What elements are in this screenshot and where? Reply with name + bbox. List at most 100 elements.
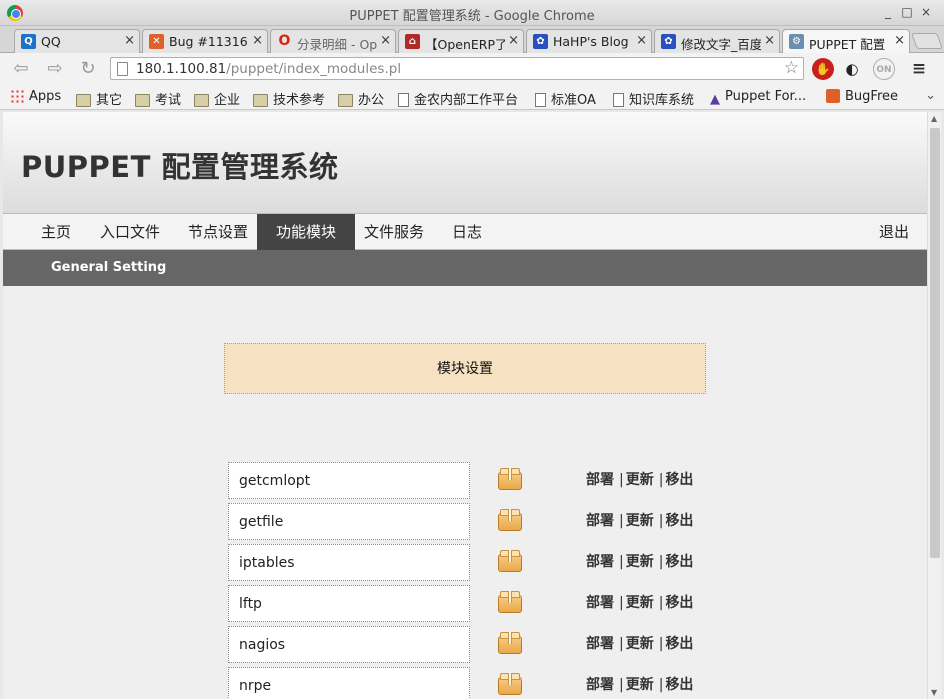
tab-close-icon[interactable]: × [508,33,519,48]
page-icon [398,93,409,107]
tab-strip: Q QQ × ✕ Bug #11316 × O 分录明细 - Op × ⌂ 【O… [0,26,944,54]
tab-openerp[interactable]: ⌂ 【OpenERP了 × [398,29,524,53]
bookmark-link[interactable]: 标准OA [535,89,596,108]
bookmark-folder[interactable]: 其它 [76,89,122,108]
folder-icon [253,94,268,107]
deploy-link[interactable]: 部署 [586,636,614,652]
maximize-button[interactable]: □ [899,4,915,20]
remove-link[interactable]: 移出 [665,554,693,570]
remove-link[interactable]: 移出 [665,636,693,652]
back-arrow-icon[interactable]: ⇦ [10,59,32,79]
tab-bug[interactable]: ✕ Bug #11316 × [142,29,268,53]
window-titlebar: PUPPET 配置管理系统 - Google Chrome _ □ × [0,0,944,26]
separator: | [658,554,664,570]
module-actions: 部署 | 更新 | 移出 [586,626,693,663]
deploy-link[interactable]: 部署 [586,595,614,611]
bookmark-link[interactable]: ▲ Puppet For... [710,89,806,107]
package-box-icon[interactable] [498,591,522,613]
scrollbar-thumb[interactable] [930,128,940,558]
tab-close-icon[interactable]: × [252,33,263,48]
package-box-icon[interactable] [498,673,522,695]
reload-icon[interactable]: ↻ [77,59,99,79]
update-link[interactable]: 更新 [626,513,654,529]
tab-baidu[interactable]: ✿ 修改文字_百度 × [654,29,780,53]
nav-item-file-service[interactable]: 文件服务 [345,214,443,250]
update-link[interactable]: 更新 [626,472,654,488]
subnav-item-general-setting[interactable]: General Setting [51,250,166,286]
deploy-link[interactable]: 部署 [586,554,614,570]
tab-puppet[interactable]: ⚙ PUPPET 配置 × [782,29,910,54]
module-actions: 部署 | 更新 | 移出 [586,667,693,699]
bookmark-folder[interactable]: 技术参考 [253,89,325,108]
bookmark-link[interactable]: BugFree [826,89,898,107]
opera-icon: O [278,33,291,49]
page-icon [117,62,128,76]
folder-icon [76,94,91,107]
package-box-icon[interactable] [498,509,522,531]
sub-nav: General Setting [3,250,927,286]
separator: | [619,472,624,488]
tab-close-icon[interactable]: × [124,33,135,48]
deploy-link[interactable]: 部署 [586,472,614,488]
module-name: getfile [228,503,470,540]
adblock-icon[interactable]: ✋ [812,58,834,80]
bookmark-folder[interactable]: 考试 [135,89,181,108]
tab-close-icon[interactable]: × [636,33,647,48]
forward-arrow-icon[interactable]: ⇨ [44,59,66,79]
scroll-up-icon[interactable]: ▲ [931,114,937,123]
update-link[interactable]: 更新 [626,595,654,611]
package-box-icon[interactable] [498,550,522,572]
new-tab-button[interactable] [911,33,943,49]
nav-item-modules[interactable]: 功能模块 [257,214,356,250]
incognito-mask-icon[interactable]: ◐ [841,58,863,80]
menu-icon[interactable]: ≡ [908,58,930,80]
tab-label: 【OpenERP了 [425,37,505,52]
bookmark-folder[interactable]: 企业 [194,89,240,108]
paw-icon: ✿ [533,34,548,49]
tab-close-icon[interactable]: × [764,33,775,48]
nav-item-logs[interactable]: 日志 [433,214,501,250]
tab-qq[interactable]: Q QQ × [14,29,140,53]
update-link[interactable]: 更新 [626,636,654,652]
module-row: nagios 部署 | 更新 | 移出 [228,626,788,663]
bookmark-link[interactable]: 金农内部工作平台 [398,89,518,108]
minimize-button[interactable]: _ [880,4,896,20]
deploy-link[interactable]: 部署 [586,513,614,529]
extension-icon[interactable]: ON [873,58,895,80]
close-window-button[interactable]: × [918,4,934,20]
bugfree-icon [826,89,840,103]
nav-item-entry-files[interactable]: 入口文件 [81,214,179,250]
tab-label: PUPPET 配置 [809,37,886,52]
bookmark-link[interactable]: 知识库系统 [613,89,694,108]
address-bar[interactable]: 180.1.100.81/puppet/index_modules.pl ☆ [110,57,804,80]
tab-close-icon[interactable]: × [380,33,391,48]
update-link[interactable]: 更新 [626,677,654,693]
package-box-icon[interactable] [498,468,522,490]
remove-link[interactable]: 移出 [665,595,693,611]
remove-link[interactable]: 移出 [665,677,693,693]
apps-grid-icon [10,89,24,103]
nav-item-node-settings[interactable]: 节点设置 [169,214,267,250]
tab-close-icon[interactable]: × [894,33,905,48]
bookmark-star-icon[interactable]: ☆ [784,58,799,78]
page-title: PUPPET 配置管理系统 [21,150,339,184]
chevron-down-icon[interactable]: ⌄ [925,88,936,103]
vertical-scrollbar[interactable]: ▲ ▼ [927,112,941,699]
bookmarks-bar: Apps 其它 考试 企业 技术参考 办公 金农内部工作平台 标准OA 知识库系… [0,85,944,110]
page-icon [613,93,624,107]
separator: | [619,554,624,570]
update-link[interactable]: 更新 [626,554,654,570]
bookmark-apps[interactable]: Apps [10,89,61,107]
puppet-icon: ▲ [710,92,720,107]
tab-opera[interactable]: O 分录明细 - Op × [270,29,396,53]
logout-link[interactable]: 退出 [879,214,909,250]
remove-link[interactable]: 移出 [665,472,693,488]
nav-item-home[interactable]: 主页 [22,214,90,250]
bookmark-folder[interactable]: 办公 [338,89,384,108]
scroll-down-icon[interactable]: ▼ [931,688,937,697]
section-banner: 模块设置 [224,343,706,394]
package-box-icon[interactable] [498,632,522,654]
tab-blog[interactable]: ✿ HaHP's Blog × [526,29,652,53]
deploy-link[interactable]: 部署 [586,677,614,693]
remove-link[interactable]: 移出 [665,513,693,529]
